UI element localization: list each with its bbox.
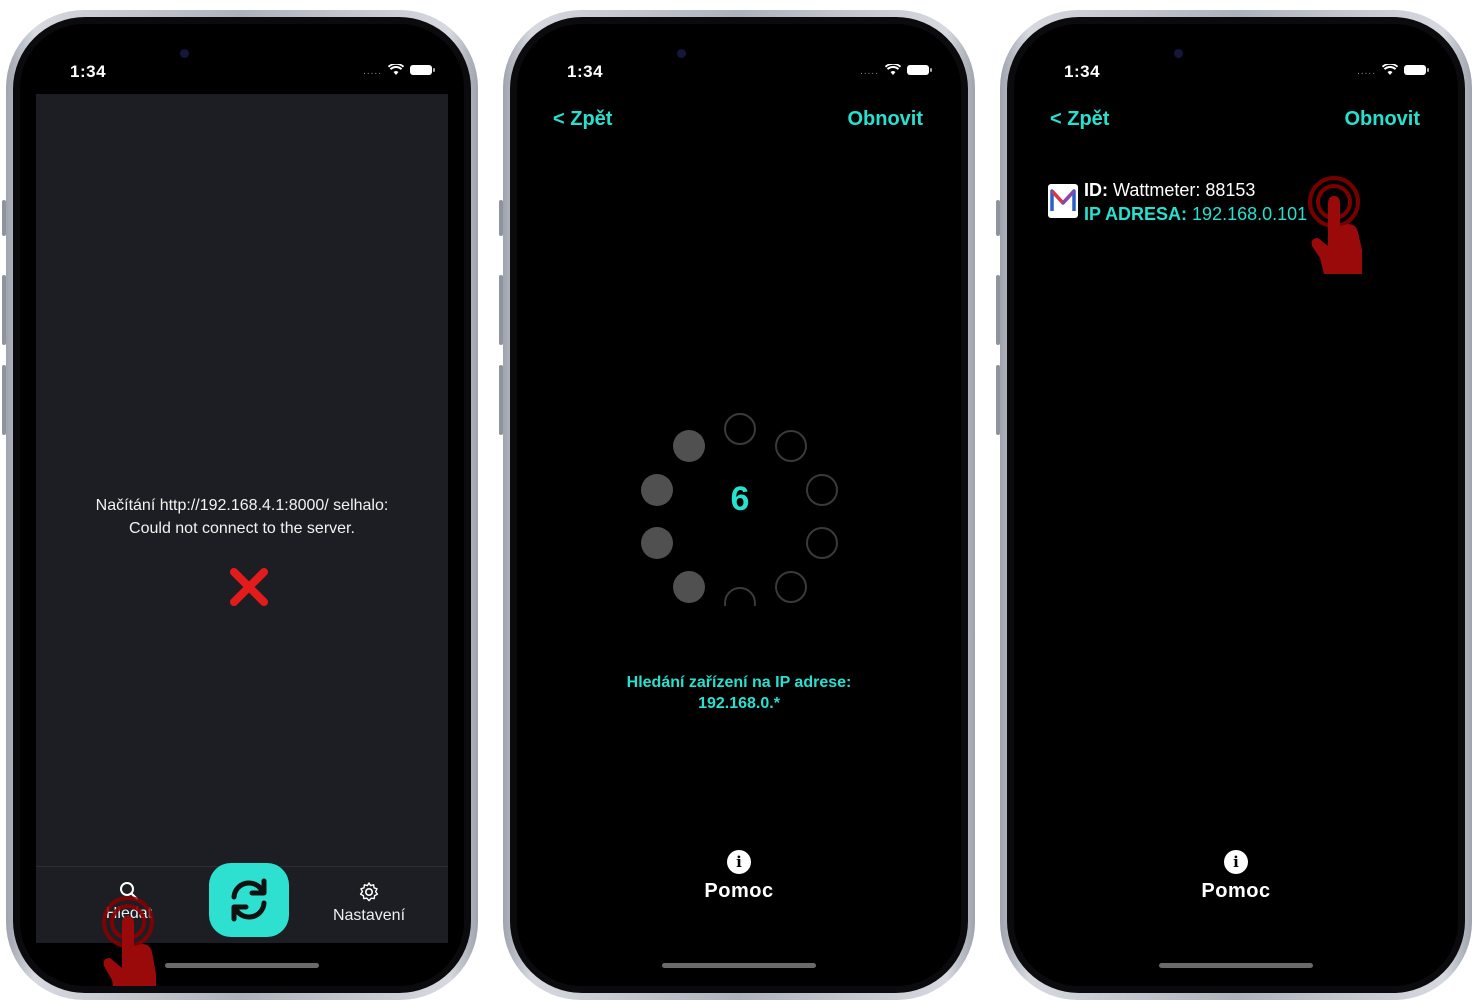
webview-area: Načítání http://192.168.4.1:8000/ selhal… (36, 94, 448, 866)
device-ip-label: IP ADRESA: (1084, 204, 1188, 224)
signal-dots: ..... (860, 66, 879, 77)
help-button[interactable]: i Pomoc (517, 850, 961, 903)
phone-3: 1:34 ..... < Zpět Obnovit ID: Wattmeter:… (996, 10, 1472, 1000)
battery-icon (410, 64, 435, 75)
refresh-link[interactable]: Obnovit (1344, 108, 1420, 131)
refresh-link[interactable]: Obnovit (847, 108, 923, 131)
device-id: ID: Wattmeter: 88153 (1084, 178, 1307, 202)
refresh-button[interactable] (209, 863, 289, 937)
front-camera (180, 49, 189, 58)
scan-line-2: 192.168.0.* (698, 695, 780, 712)
help-label: Pomoc (704, 880, 774, 902)
progress-spinner: 6 (635, 396, 845, 619)
back-button[interactable]: < Zpět (553, 108, 612, 131)
battery-icon (907, 64, 932, 75)
help-button[interactable]: i Pomoc (1014, 850, 1458, 903)
screen-device-list: 1:34 ..... < Zpět Obnovit ID: Wattmeter:… (1014, 24, 1458, 986)
info-icon: i (727, 850, 751, 874)
signal-dots: ..... (1357, 66, 1376, 77)
front-camera (677, 49, 686, 58)
back-button[interactable]: < Zpět (1050, 108, 1109, 131)
scan-line-1: Hledání zařízení na IP adrese: (626, 674, 852, 691)
tab-settings[interactable]: Nastavení (319, 881, 419, 925)
status-bar: 1:34 ..... (517, 24, 961, 94)
front-camera (1174, 49, 1183, 58)
device-id-label: ID: (1084, 180, 1108, 200)
status-bar: 1:34 ..... (20, 24, 464, 94)
battery-icon (1404, 64, 1429, 75)
scan-status: Hledání zařízení na IP adrese: 192.168.0… (517, 672, 961, 714)
wifi-icon (1382, 63, 1398, 75)
phone-2: 1:34 ..... < Zpět Obnovit 6 Hledání zaří… (499, 10, 975, 1000)
scan-counter: 6 (730, 480, 750, 518)
phone-1: 1:34 ..... Načítání http://192.168.4.1:8… (2, 10, 478, 1000)
error-line-1: Načítání http://192.168.4.1:8000/ selhal… (95, 497, 389, 514)
wifi-icon (885, 63, 901, 75)
screen-scanning: 1:34 ..... < Zpět Obnovit 6 Hledání zaří… (517, 24, 961, 986)
tab-settings-label: Nastavení (332, 907, 406, 924)
home-indicator (1159, 963, 1313, 968)
signal-dots: ..... (363, 66, 382, 77)
info-icon: i (1224, 850, 1248, 874)
status-time: 1:34 (567, 62, 604, 81)
status-bar: 1:34 ..... (1014, 24, 1458, 94)
error-line-2: Could not connect to the server. (129, 520, 355, 537)
help-label: Pomoc (1201, 880, 1271, 902)
device-id-value: Wattmeter: 88153 (1113, 180, 1256, 200)
screen-webview-error: 1:34 ..... Načítání http://192.168.4.1:8… (20, 24, 464, 986)
sync-icon (231, 878, 267, 922)
device-list-item[interactable]: ID: Wattmeter: 88153 IP ADRESA: 192.168.… (1048, 178, 1307, 226)
gear-icon (359, 882, 379, 902)
device-logo-icon (1048, 184, 1078, 218)
home-indicator (662, 963, 816, 968)
device-ip: IP ADRESA: 192.168.0.101 (1084, 202, 1307, 226)
status-time: 1:34 (70, 62, 107, 81)
home-indicator (165, 963, 319, 968)
error-message: Načítání http://192.168.4.1:8000/ selhal… (36, 494, 448, 540)
tap-hand-icon (102, 896, 156, 986)
wifi-icon (388, 63, 404, 75)
status-time: 1:34 (1064, 62, 1101, 81)
device-ip-value: 192.168.0.101 (1192, 204, 1308, 224)
error-x-icon (230, 568, 268, 606)
tap-hand-icon (1308, 176, 1362, 274)
